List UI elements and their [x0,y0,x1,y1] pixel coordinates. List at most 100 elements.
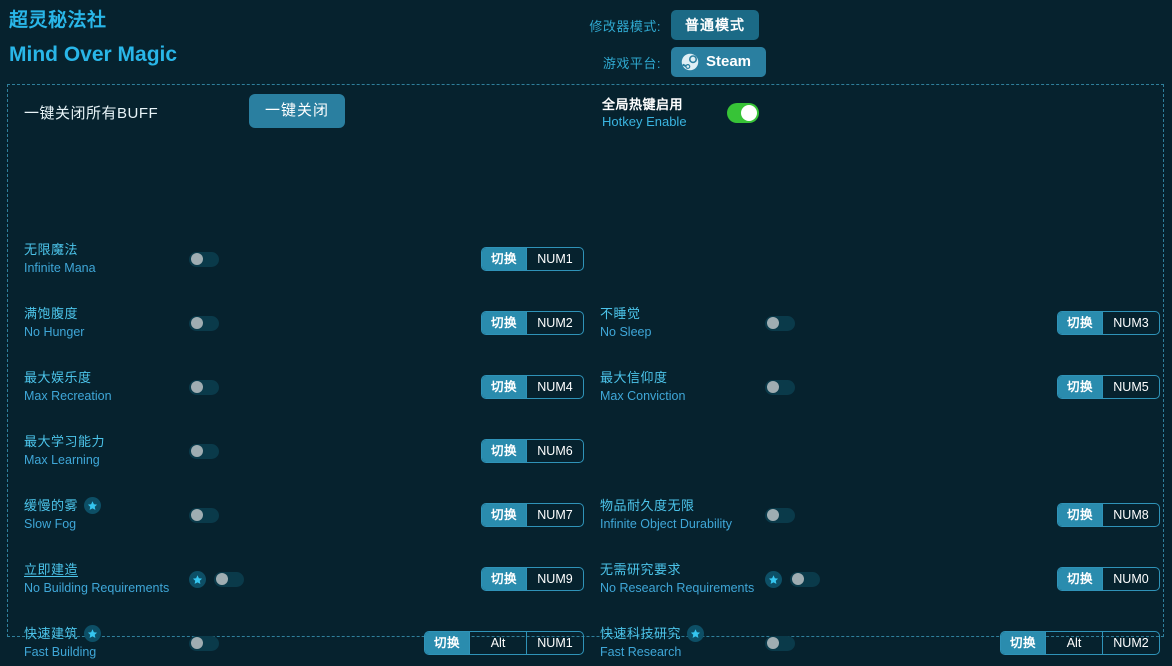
hotkey-badge[interactable]: 切换 NUM9 [480,567,584,591]
cheat-toggle[interactable] [189,635,219,651]
cheat-name-cn: 无限魔法 [24,242,79,257]
hotkey-enable-row: 全局热键启用 Hotkey Enable [602,96,759,130]
hotkey-badge[interactable]: 切换 NUM6 [480,439,584,463]
app-title-cn: 超灵秘法社 [9,10,107,31]
cheat-name-en: No Research Requirements [600,581,755,595]
cheat-toggle[interactable] [765,507,795,523]
cheat-control [765,315,795,331]
cheat-row: 最大信仰度 Max Conviction 切换 NUM5 [600,364,1160,410]
hotkey-action-label: 切换 [481,312,526,334]
cheat-toggle[interactable] [765,379,795,395]
cheat-control [189,443,219,459]
toggle-knob [767,381,779,393]
trainer-mode-button[interactable]: 普通模式 [671,10,759,40]
cheat-toggle[interactable] [214,571,244,587]
hotkey-action-label: 切换 [1057,312,1102,334]
cheat-toggle[interactable] [189,379,219,395]
cheat-control [765,507,795,523]
cheat-name-en: Infinite Mana [24,261,96,275]
steam-icon [681,53,699,71]
hotkey-badge[interactable]: 切换 Alt NUM2 [999,631,1160,655]
cheat-control [189,315,219,331]
hotkey-action-label: 切换 [481,248,526,270]
toggle-knob [792,573,804,585]
hotkey-key: NUM1 [526,248,583,270]
app-title-en: Mind Over Magic [9,43,178,66]
cheat-name-cn: 满饱腹度 [24,306,79,321]
cheat-name-en: Max Conviction [600,389,686,403]
cheat-row: 满饱腹度 No Hunger 切换 NUM2 [24,300,584,346]
hotkey-badge[interactable]: 切换 Alt NUM1 [423,631,584,655]
cheat-control [189,507,219,523]
hotkey-badge[interactable]: 切换 NUM5 [1056,375,1160,399]
hotkey-key: NUM0 [1102,568,1159,590]
cheat-name-cn-line: 最大娱乐度 [24,369,189,387]
premium-star-icon [687,625,705,643]
cheat-name-cn: 不睡觉 [600,306,641,321]
toggle-knob [767,509,779,521]
cheat-name-en: Fast Research [600,645,682,659]
cheat-control [765,379,795,395]
premium-star-icon [189,570,206,588]
hotkey-key: NUM8 [1102,504,1159,526]
cheat-name-en: No Sleep [600,325,652,339]
hotkey-badge[interactable]: 切换 NUM4 [480,375,584,399]
hotkey-action-label: 切换 [1057,568,1102,590]
cheat-name-cn: 物品耐久度无限 [600,498,695,513]
cheat-control [765,570,820,588]
trainer-mode-row: 修改器模式: 普通模式 [575,8,825,42]
cheat-name-cn: 最大学习能力 [24,434,106,449]
cheat-name-cn: 无需研究要求 [600,562,682,577]
cheat-labels: 最大学习能力 Max Learning [24,433,189,469]
premium-star-icon [765,570,782,588]
cheat-labels: 无限魔法 Infinite Mana [24,241,189,277]
hotkey-action-label: 切换 [424,632,469,654]
cheat-row: 物品耐久度无限 Infinite Object Durability 切换 NUM8 [600,492,1160,538]
cheat-name-cn: 快速建筑 [24,626,79,641]
cheat-name-cn-line: 快速建筑 [24,625,189,643]
cheat-toggle[interactable] [765,635,795,651]
game-platform-button[interactable]: Steam [671,47,767,77]
cheat-toggle[interactable] [790,571,820,587]
hotkey-key: NUM5 [1102,376,1159,398]
hotkey-key: NUM2 [526,312,583,334]
hotkey-badge[interactable]: 切换 NUM8 [1056,503,1160,527]
cheat-control [189,379,219,395]
hotkey-key: NUM2 [1102,632,1159,654]
cheat-name-cn-line: 最大信仰度 [600,369,765,387]
cheat-name-en: No Hunger [24,325,85,339]
toggle-knob [767,317,779,329]
hotkey-badge[interactable]: 切换 NUM7 [480,503,584,527]
cheat-toggle[interactable] [189,315,219,331]
cheat-labels: 最大娱乐度 Max Recreation [24,369,189,405]
cheat-row: 缓慢的雾 Slow Fog 切换 NUM7 [24,492,584,538]
hotkey-action-label: 切换 [481,376,526,398]
cheat-name-cn: 立即建造 [24,562,79,577]
cheat-labels: 快速建筑 Fast Building [24,625,189,661]
hotkey-badge[interactable]: 切换 NUM0 [1056,567,1160,591]
disable-all-buffs-button[interactable]: 一键关闭 [249,94,346,128]
cheat-toggle[interactable] [189,507,219,523]
toggle-knob [216,573,228,585]
hotkey-enable-toggle[interactable] [727,103,759,123]
cheat-toggle[interactable] [189,251,219,267]
hotkey-action-label: 切换 [481,504,526,526]
toggle-knob [191,509,203,521]
hotkey-badge[interactable]: 切换 NUM2 [480,311,584,335]
cheat-toggle[interactable] [189,443,219,459]
toggle-knob [191,637,203,649]
cheat-name-en: Fast Building [24,645,97,659]
title-block: 超灵秘法社 Mind Over Magic [9,8,177,70]
hotkey-badge[interactable]: 切换 NUM1 [480,247,584,271]
toggle-knob [741,105,757,121]
cheat-name-cn-line: 物品耐久度无限 [600,497,765,515]
cheat-name-cn: 快速科技研究 [600,626,682,641]
hotkey-key: NUM7 [526,504,583,526]
cheat-row: 快速科技研究 Fast Research 切换 Alt NUM2 [600,620,1160,666]
hotkey-enable-labels: 全局热键启用 Hotkey Enable [602,96,727,130]
cheat-toggle[interactable] [765,315,795,331]
app-header: 超灵秘法社 Mind Over Magic 修改器模式: 普通模式 游戏平台: [0,0,1172,84]
hotkey-badge[interactable]: 切换 NUM3 [1056,311,1160,335]
cheat-row: 立即建造 No Building Requirements 切换 NUM9 [24,556,584,602]
cheat-name-cn: 缓慢的雾 [24,498,79,513]
